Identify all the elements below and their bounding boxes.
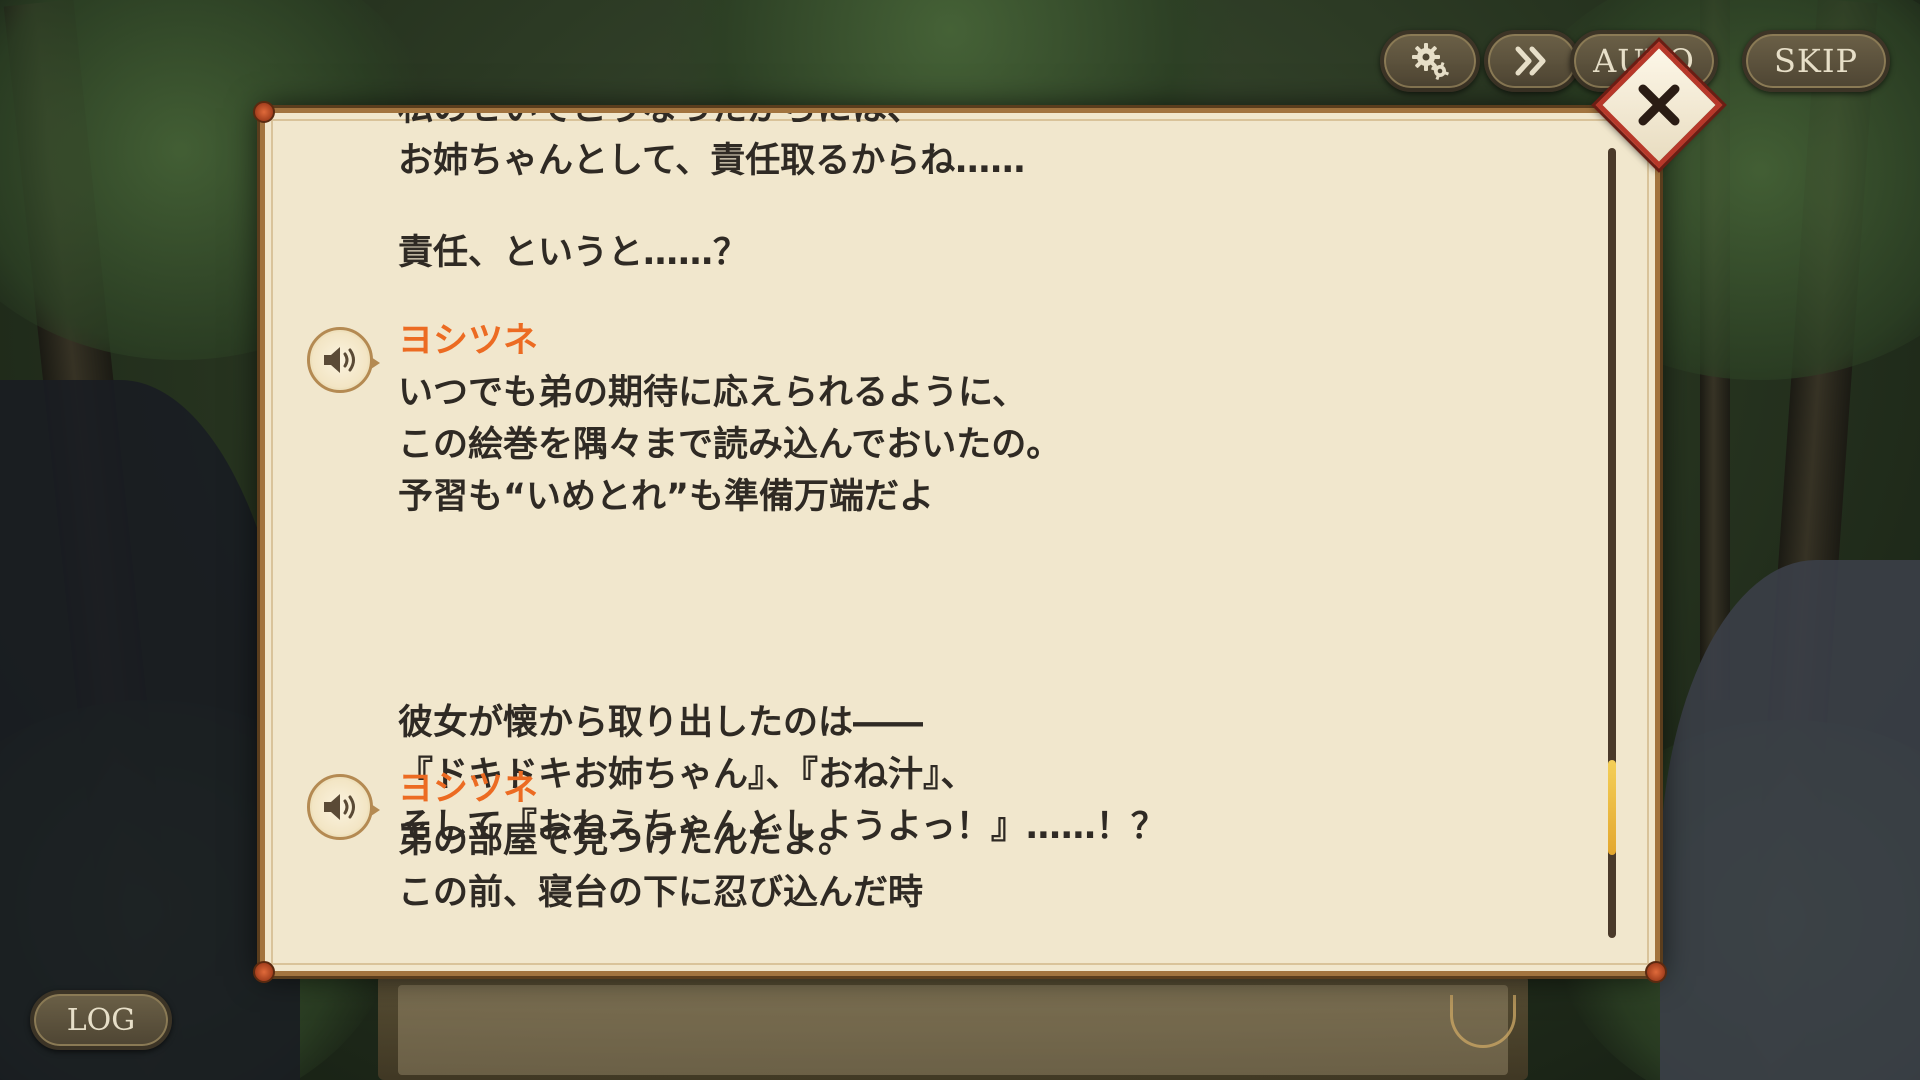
skip-button[interactable]: SKIP xyxy=(1742,30,1890,92)
double-chevron-right-icon xyxy=(1515,46,1546,76)
speaker-icon xyxy=(324,347,355,373)
speaker-name: ヨシツネ xyxy=(398,769,539,809)
dialogue-line: この前、寝台の下に忍び込んだ時 xyxy=(398,873,924,913)
log-entry: 責任、というと……？ xyxy=(398,227,1548,279)
close-icon xyxy=(1638,84,1680,126)
backlog-content[interactable]: 私のせいでこうなったからには、 お姉ちゃんとして、責任取るからね…… 責任、とい… xyxy=(398,113,1548,958)
dialogue-line: 予習も“いめとれ”も準備万端だよ xyxy=(398,477,935,517)
log-entry: 私のせいでこうなったからには、 お姉ちゃんとして、責任取るからね…… xyxy=(398,113,1548,187)
dialogue-line: この絵巻を隅々まで読み込んでおいたの。 xyxy=(398,425,1062,465)
dialogue-line: 弟の部屋で見つけたんだよ。 xyxy=(398,821,854,861)
log-entry: ヨシツネ 弟の部屋で見つけたんだよ。 この前、寝台の下に忍び込んだ時 xyxy=(398,763,1548,919)
settings-button[interactable] xyxy=(1380,30,1480,92)
dialogue-line: 彼女が懐から取り出したのは―― xyxy=(398,703,924,743)
log-button[interactable]: LOG xyxy=(30,990,172,1050)
scrollbar-thumb[interactable] xyxy=(1608,759,1616,855)
speaker-icon xyxy=(324,794,355,820)
voice-replay-button[interactable] xyxy=(307,774,380,840)
dialogue-line: 責任、というと……？ xyxy=(398,233,749,273)
backlog-panel: 私のせいでこうなったからには、 お姉ちゃんとして、責任取るからね…… 責任、とい… xyxy=(253,101,1667,983)
gear-icon xyxy=(1412,43,1449,80)
speaker-name: ヨシツネ xyxy=(398,321,539,361)
dialogue-line: 私のせいでこうなったからには、 xyxy=(398,113,1548,135)
log-entry: ヨシツネ いつでも弟の期待に応えられるように、 この絵巻を隅々まで読み込んでおい… xyxy=(398,315,1548,523)
fast-forward-button[interactable] xyxy=(1484,30,1580,92)
backlog-scrollbar[interactable] xyxy=(1608,148,1616,938)
dialogue-line: いつでも弟の期待に応えられるように、 xyxy=(398,373,1027,413)
dialogue-line: お姉ちゃんとして、責任取るからね…… xyxy=(398,141,1026,181)
voice-replay-button[interactable] xyxy=(307,327,380,393)
